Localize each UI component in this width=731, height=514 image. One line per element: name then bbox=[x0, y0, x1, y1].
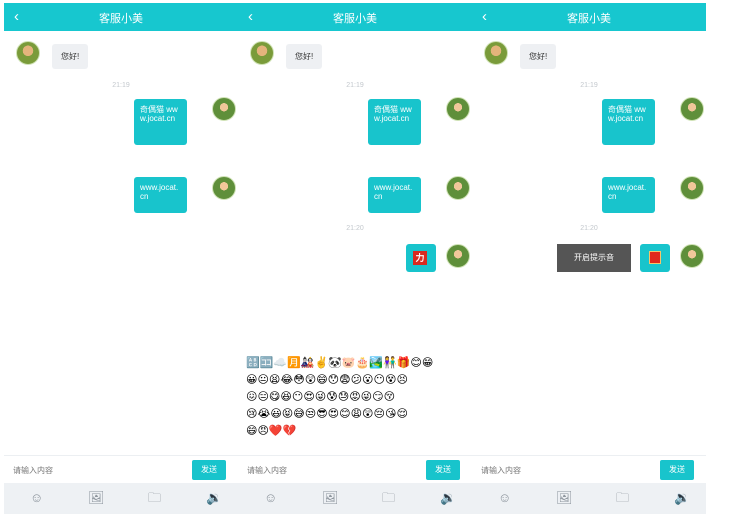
user-avatar bbox=[680, 244, 704, 268]
sticker-icon: 力 bbox=[413, 251, 427, 265]
greeting-bubble: 您好! bbox=[52, 44, 89, 69]
user-avatar bbox=[212, 176, 236, 200]
timestamp: 21:19 bbox=[346, 82, 364, 89]
image-icon[interactable]: 🖼 bbox=[88, 491, 105, 505]
outgoing-bubble: 奇偶猫 www.jocat.cn bbox=[368, 99, 421, 145]
chat-panel-1: ‹ 客服小美 您好! 21:19 奇偶猫 www.jocat.cn www.jo… bbox=[4, 3, 238, 514]
user-avatar bbox=[446, 97, 470, 121]
emoji-row[interactable]: 😖😑😋😆😶😍😜😰😓😡😜😏😚 bbox=[246, 389, 471, 406]
input-row: 请输入内容 发送 bbox=[4, 455, 238, 484]
user-avatar bbox=[212, 97, 236, 121]
user-avatar bbox=[680, 176, 704, 200]
user-avatar bbox=[680, 97, 704, 121]
outgoing-bubble: www.jocat.cn bbox=[368, 177, 421, 213]
image-icon[interactable]: 🖼 bbox=[556, 491, 573, 505]
emoji-row[interactable]: 😄😠❤️💔 bbox=[246, 423, 471, 440]
toolbar: ☺ 🖼 🗀 🔉 bbox=[472, 483, 706, 514]
toolbar: ☺ 🖼 🗀 🔉 bbox=[4, 483, 238, 514]
emoji-row[interactable]: 🔠🈁☁️🈷️🎎✌️🐼🐷🎂🏞️👫🎁😊😁 bbox=[246, 355, 471, 372]
red-envelope-bubble bbox=[640, 244, 670, 272]
toolbar: ☺ 🖼 🗀 🔉 bbox=[238, 483, 472, 514]
emoji-icon[interactable]: ☺ bbox=[264, 491, 277, 505]
folder-icon[interactable]: 🗀 bbox=[616, 491, 629, 505]
input-row: 请输入内容 发送 bbox=[472, 455, 706, 484]
outgoing-bubble: www.jocat.cn bbox=[134, 177, 187, 213]
sound-icon[interactable]: 🔉 bbox=[674, 491, 690, 505]
sound-icon[interactable]: 🔉 bbox=[206, 491, 222, 505]
greeting-bubble: 您好! bbox=[286, 44, 323, 69]
chat-panel-3: ‹ 客服小美 您好! 21:19 奇偶猫 www.jocat.cn www.jo… bbox=[472, 3, 706, 514]
chat-panel-2: ‹ 客服小美 您好! 21:19 奇偶猫 www.jocat.cn www.jo… bbox=[238, 3, 472, 514]
input-row: 请输入内容 发送 bbox=[238, 455, 472, 484]
chat-title: 客服小美 bbox=[99, 13, 143, 25]
send-button[interactable]: 发送 bbox=[660, 460, 694, 480]
agent-avatar bbox=[484, 41, 508, 65]
emoji-row[interactable]: 😀😐😫😂😳😲😄😯😨😕😮😶😵😣 bbox=[246, 372, 471, 389]
chat-title: 客服小美 bbox=[567, 13, 611, 25]
outgoing-bubble: 奇偶猫 www.jocat.cn bbox=[602, 99, 655, 145]
agent-avatar bbox=[16, 41, 40, 65]
red-envelope-icon bbox=[649, 251, 661, 264]
emoji-icon[interactable]: ☺ bbox=[498, 491, 511, 505]
user-avatar bbox=[446, 244, 470, 268]
folder-icon[interactable]: 🗀 bbox=[148, 491, 161, 505]
emoji-row[interactable]: 😢😭😃😝😅😒😎😍😊😩😲😔😘😌 bbox=[246, 406, 471, 423]
timestamp: 21:20 bbox=[580, 225, 598, 232]
message-input[interactable]: 请输入内容 bbox=[481, 465, 521, 476]
timestamp: 21:20 bbox=[346, 225, 364, 232]
chat-title: 客服小美 bbox=[333, 13, 377, 25]
agent-avatar bbox=[250, 41, 274, 65]
emoji-icon[interactable]: ☺ bbox=[30, 491, 43, 505]
toast-sound-on: 开启提示音 bbox=[557, 244, 631, 272]
folder-icon[interactable]: 🗀 bbox=[382, 491, 395, 505]
sound-icon[interactable]: 🔉 bbox=[440, 491, 456, 505]
greeting-bubble: 您好! bbox=[520, 44, 557, 69]
chat-header: ‹ 客服小美 bbox=[472, 3, 706, 31]
sticker-bubble: 力 bbox=[406, 244, 436, 272]
emoji-panel: 🔠🈁☁️🈷️🎎✌️🐼🐷🎂🏞️👫🎁😊😁 😀😐😫😂😳😲😄😯😨😕😮😶😵😣 😖😑😋😆😶😍… bbox=[246, 355, 471, 440]
message-input[interactable]: 请输入内容 bbox=[13, 465, 53, 476]
timestamp: 21:19 bbox=[580, 82, 598, 89]
timestamp: 21:19 bbox=[112, 82, 130, 89]
send-button[interactable]: 发送 bbox=[192, 460, 226, 480]
image-icon[interactable]: 🖼 bbox=[322, 491, 339, 505]
outgoing-bubble: 奇偶猫 www.jocat.cn bbox=[134, 99, 187, 145]
send-button[interactable]: 发送 bbox=[426, 460, 460, 480]
chat-header: ‹ 客服小美 bbox=[4, 3, 238, 31]
message-input[interactable]: 请输入内容 bbox=[247, 465, 287, 476]
user-avatar bbox=[446, 176, 470, 200]
chat-header: ‹ 客服小美 bbox=[238, 3, 472, 31]
outgoing-bubble: www.jocat.cn bbox=[602, 177, 655, 213]
